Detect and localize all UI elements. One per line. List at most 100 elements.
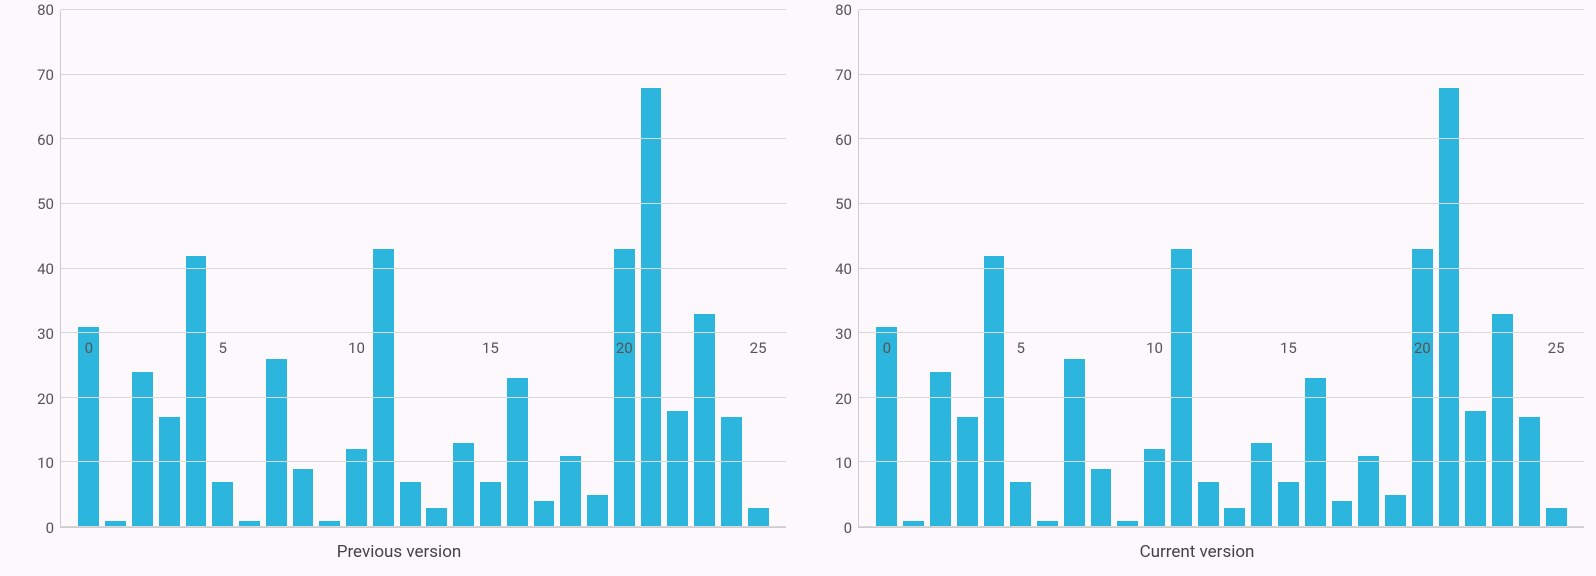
grid-line <box>61 9 786 10</box>
chart-subtitle: Current version <box>810 528 1584 566</box>
bar <box>957 417 978 527</box>
x-tick-label: 25 <box>750 339 767 357</box>
y-tick-label: 80 <box>37 1 54 19</box>
grid-line <box>61 526 786 527</box>
grid-line <box>61 74 786 75</box>
bar <box>1091 469 1112 527</box>
bar <box>212 482 233 527</box>
plot-area: 0 5 10 15 20 25 <box>858 10 1584 528</box>
bar <box>480 482 501 527</box>
charts-container: 01020304050607080 0510152025 Previous ve… <box>0 0 1596 576</box>
plot-area: 0 5 10 15 20 25 <box>60 10 786 528</box>
y-tick-label: 20 <box>37 390 54 408</box>
grid-line <box>859 397 1584 398</box>
bar <box>748 508 769 527</box>
bar <box>453 443 474 527</box>
grid-line <box>859 9 1584 10</box>
bar <box>400 482 421 527</box>
bar <box>614 249 635 527</box>
bar <box>1010 482 1031 527</box>
y-tick-label: 30 <box>835 325 852 343</box>
y-tick-label: 20 <box>835 390 852 408</box>
bar <box>560 456 581 527</box>
y-tick-label: 10 <box>835 454 852 472</box>
chart-subtitle: Previous version <box>12 528 786 566</box>
y-tick-label: 0 <box>46 519 54 537</box>
y-tick-label: 40 <box>835 260 852 278</box>
bar <box>159 417 180 527</box>
y-tick-label: 60 <box>37 131 54 149</box>
bar <box>1251 443 1272 527</box>
grid-line <box>61 268 786 269</box>
bar <box>1412 249 1433 527</box>
bar <box>1358 456 1379 527</box>
bar <box>1278 482 1299 527</box>
y-axis: 01020304050607080 <box>12 10 60 528</box>
y-tick-label: 30 <box>37 325 54 343</box>
x-tick-label: 10 <box>1146 339 1163 357</box>
bar <box>1305 378 1326 527</box>
grid-line <box>859 526 1584 527</box>
y-tick-label: 80 <box>835 1 852 19</box>
x-tick-label: 20 <box>1414 339 1431 357</box>
bar <box>1519 417 1540 527</box>
x-tick-label: 5 <box>219 339 227 357</box>
grid-line <box>859 74 1584 75</box>
bar <box>1385 495 1406 527</box>
grid-line <box>61 461 786 462</box>
y-tick-label: 0 <box>844 519 852 537</box>
bar <box>132 372 153 527</box>
grid-line <box>859 268 1584 269</box>
bar <box>266 359 287 527</box>
bar <box>1064 359 1085 527</box>
grid-line <box>859 138 1584 139</box>
x-tick-label: 0 <box>883 339 891 357</box>
y-tick-label: 70 <box>37 66 54 84</box>
chart-panel-current: 01020304050607080 0510152025 Current ver… <box>810 10 1584 566</box>
y-tick-label: 70 <box>835 66 852 84</box>
x-tick-label: 0 <box>85 339 93 357</box>
bar <box>186 256 207 527</box>
bar <box>373 249 394 527</box>
bar <box>587 495 608 527</box>
bar <box>1465 411 1486 527</box>
bar <box>534 501 555 527</box>
bars-layer <box>859 10 1584 527</box>
y-tick-label: 10 <box>37 454 54 472</box>
grid-line <box>61 138 786 139</box>
bar <box>984 256 1005 527</box>
x-tick-label: 25 <box>1548 339 1565 357</box>
grid-line <box>61 203 786 204</box>
bar <box>721 417 742 527</box>
y-tick-label: 50 <box>835 195 852 213</box>
bar <box>1546 508 1567 527</box>
bar <box>426 508 447 527</box>
chart-area: 01020304050607080 0510152025 <box>12 10 786 528</box>
grid-line <box>859 461 1584 462</box>
grid-line <box>61 332 786 333</box>
bar <box>1224 508 1245 527</box>
x-tick-label: 5 <box>1017 339 1025 357</box>
bar <box>1332 501 1353 527</box>
y-axis: 01020304050607080 <box>810 10 858 528</box>
bar <box>1492 314 1513 527</box>
bars-layer <box>61 10 786 527</box>
bar <box>507 378 528 527</box>
x-tick-label: 10 <box>348 339 365 357</box>
chart-panel-previous: 01020304050607080 0510152025 Previous ve… <box>12 10 786 566</box>
x-tick-label: 20 <box>616 339 633 357</box>
x-tick-label: 15 <box>482 339 499 357</box>
x-tick-label: 15 <box>1280 339 1297 357</box>
chart-area: 01020304050607080 0510152025 <box>810 10 1584 528</box>
bar <box>694 314 715 527</box>
y-tick-label: 60 <box>835 131 852 149</box>
bar <box>930 372 951 527</box>
grid-line <box>859 203 1584 204</box>
y-tick-label: 50 <box>37 195 54 213</box>
bar <box>667 411 688 527</box>
bar <box>293 469 314 527</box>
grid-line <box>859 332 1584 333</box>
bar <box>1198 482 1219 527</box>
y-tick-label: 40 <box>37 260 54 278</box>
bar <box>1171 249 1192 527</box>
